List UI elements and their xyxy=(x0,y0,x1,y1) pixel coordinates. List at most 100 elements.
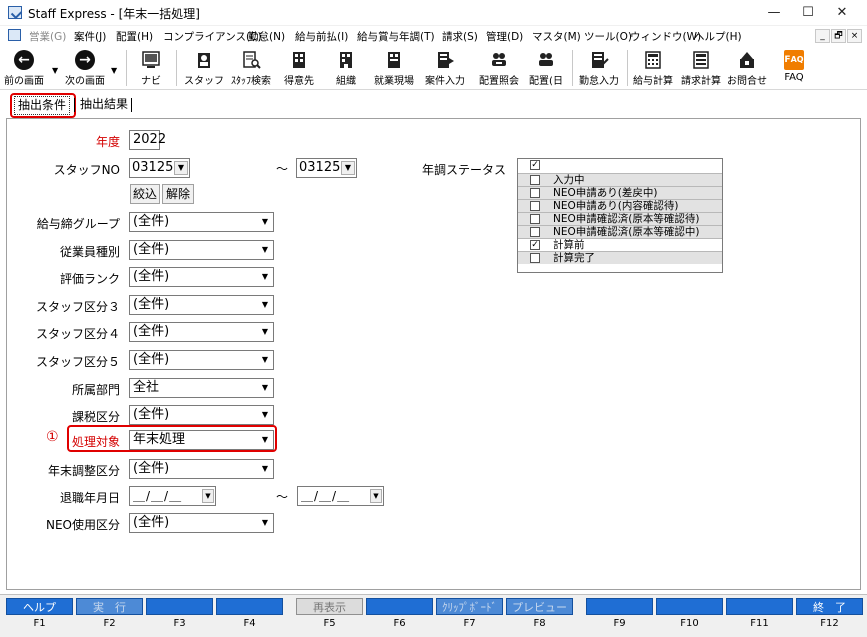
window-title: Staff Express - [年末一括処理] xyxy=(28,7,200,21)
nencho-kubun-select[interactable]: (全件) ▼ xyxy=(129,459,274,479)
menu-kanri[interactable]: 管理(D) xyxy=(486,29,523,44)
checkbox-checked-icon[interactable]: ✓ xyxy=(530,240,540,250)
checkbox-icon[interactable] xyxy=(530,214,540,224)
assignment-daily-button[interactable]: 配置(日 xyxy=(526,48,566,88)
staff-button[interactable]: スタッフ xyxy=(184,48,224,88)
toolbar-separator xyxy=(572,50,573,86)
kyuyo-group-select[interactable]: (全件) ▼ xyxy=(129,212,274,232)
checkbox-icon[interactable] xyxy=(530,188,540,198)
menu-anken[interactable]: 案件(J) xyxy=(74,29,106,44)
status-item-neo-confirmed-waiting[interactable]: NEO申請確認済(原本等確認待) xyxy=(518,213,722,225)
status-item-input[interactable]: 入力中 xyxy=(518,174,722,186)
status-item-neo-confirmed-checking[interactable]: NEO申請確認済(原本等確認中) xyxy=(518,226,722,238)
checkbox-icon[interactable] xyxy=(530,175,540,185)
payroll-calc-button[interactable]: 給与計算 xyxy=(630,48,676,88)
client-label: 得意先 xyxy=(284,76,314,87)
menu-kyuyo-nencho[interactable]: 給与賞与年調(T) xyxy=(357,29,435,44)
forward-button[interactable]: → 次の画面 xyxy=(62,48,108,88)
inquiry-button[interactable]: お問合せ xyxy=(725,48,769,88)
tab-conditions[interactable]: 抽出条件 xyxy=(14,96,71,115)
staff-kubun4-value: (全件) xyxy=(133,324,170,339)
menu-kintai[interactable]: 勤怠(N) xyxy=(248,29,285,44)
attendance-entry-label: 勤怠入力 xyxy=(579,76,619,87)
fkey-clipboard-button[interactable]: ｸﾘｯﾌﾟﾎﾞｰﾄﾞ xyxy=(436,598,503,615)
checkbox-icon[interactable] xyxy=(530,201,540,211)
organization-button[interactable]: 組織 xyxy=(326,48,366,88)
menu-haichi[interactable]: 配置(H) xyxy=(116,29,153,44)
back-dropdown-icon[interactable]: ▼ xyxy=(52,66,58,75)
menu-eigyo[interactable]: 営業(G) xyxy=(29,29,66,44)
menu-compliance[interactable]: コンプライアンス(C) xyxy=(163,29,262,44)
mdi-document-icon[interactable] xyxy=(8,29,21,41)
staff-kubun3-select[interactable]: (全件) ▼ xyxy=(129,295,274,315)
forward-dropdown-icon[interactable]: ▼ xyxy=(111,66,117,75)
fkey-number: F11 xyxy=(750,618,769,629)
job-entry-button[interactable]: 案件入力 xyxy=(422,48,468,88)
fkey-preview-button[interactable]: プレビュー xyxy=(506,598,573,615)
fkey-help-button[interactable]: ヘルプ xyxy=(6,598,73,615)
inquiry-label: お問合せ xyxy=(727,76,767,87)
rank-select[interactable]: (全件) ▼ xyxy=(129,267,274,287)
fkey-refresh-button[interactable]: 再表示 xyxy=(296,598,363,615)
faq-button[interactable]: FAQ FAQ xyxy=(776,48,812,88)
target-select[interactable]: 年末処理 ▼ xyxy=(129,430,274,450)
menu-kyuyo-maebarai[interactable]: 給与前払(I) xyxy=(295,29,348,44)
employee-type-select[interactable]: (全件) ▼ xyxy=(129,240,274,260)
status-item-neo-returned[interactable]: NEO申請あり(差戻中) xyxy=(518,187,722,199)
tab-results[interactable]: 抽出結果 xyxy=(77,96,131,115)
fkey-number: F7 xyxy=(463,618,476,629)
staff-kubun4-select[interactable]: (全件) ▼ xyxy=(129,322,274,342)
checkbox-checked-icon[interactable]: ✓ xyxy=(530,160,540,170)
maximize-button[interactable]: ☐ xyxy=(791,0,825,26)
fkey-f10-button[interactable] xyxy=(656,598,723,615)
department-select[interactable]: 全社 ▼ xyxy=(129,378,274,398)
checkbox-icon[interactable] xyxy=(530,227,540,237)
navi-button[interactable]: ナビ xyxy=(132,48,170,88)
status-item-before-calc[interactable]: ✓ 計算前 xyxy=(518,239,722,251)
fkey-f3-button[interactable] xyxy=(146,598,213,615)
retire-date-tilde: ～ xyxy=(276,490,289,504)
close-button[interactable]: ✕ xyxy=(825,0,859,26)
menu-master[interactable]: マスタ(M) xyxy=(532,29,581,44)
staff-no-to-select[interactable]: 031258 ▼ xyxy=(296,158,357,178)
fkey-f9-button[interactable] xyxy=(586,598,653,615)
staff-search-button[interactable]: ｽﾀｯﾌ検索 xyxy=(228,48,274,88)
nendo-input[interactable]: 2022 xyxy=(129,130,166,150)
staff-no-from-select[interactable]: 031258 ▼ xyxy=(129,158,190,178)
client-button[interactable]: 得意先 xyxy=(278,48,320,88)
menu-help[interactable]: ヘルプ(H) xyxy=(694,29,742,44)
mdi-restore-button[interactable]: 🗗 xyxy=(831,29,846,43)
fkey-f11-button[interactable] xyxy=(726,598,793,615)
back-button[interactable]: ← 前の画面 xyxy=(2,48,46,88)
menu-tools[interactable]: ツール(O) xyxy=(584,29,632,44)
assignment-inquiry-button[interactable]: 配置照会 xyxy=(474,48,524,88)
mdi-close-button[interactable]: × xyxy=(847,29,862,43)
fkey-f4-button[interactable] xyxy=(216,598,283,615)
attendance-entry-button[interactable]: 勤怠入力 xyxy=(576,48,622,88)
fkey-exit-button[interactable]: 終 了 xyxy=(796,598,863,615)
clear-button[interactable]: 解除 xyxy=(162,184,194,204)
status-item-neo-pending[interactable]: NEO申請あり(内容確認待) xyxy=(518,200,722,212)
minimize-button[interactable]: — xyxy=(757,0,791,26)
worksite-button[interactable]: 就業現場 xyxy=(370,48,418,88)
narrow-button[interactable]: 絞込 xyxy=(130,184,160,204)
nencho-kubun-label: 年末調整区分 xyxy=(47,464,120,478)
checkbox-icon[interactable] xyxy=(530,253,540,263)
staff-no-tilde: ～ xyxy=(276,162,289,176)
retire-date-from-picker[interactable]: ＿/＿/＿ ▼ xyxy=(129,486,216,506)
neo-use-select[interactable]: (全件) ▼ xyxy=(129,513,274,533)
organization-icon xyxy=(340,52,352,68)
billing-calc-button[interactable]: 請求計算 xyxy=(678,48,724,88)
menu-seikyu[interactable]: 請求(S) xyxy=(442,29,478,44)
status-item-calc-done[interactable]: 計算完了 xyxy=(518,252,722,264)
mdi-minimize-button[interactable]: _ xyxy=(815,29,830,43)
fkey-f6-button[interactable] xyxy=(366,598,433,615)
nencho-kubun-value: (全件) xyxy=(133,461,170,476)
menu-window[interactable]: ウィンドウ(W) xyxy=(630,29,701,44)
tax-kubun-select[interactable]: (全件) ▼ xyxy=(129,405,274,425)
retire-date-to-picker[interactable]: ＿/＿/＿ ▼ xyxy=(297,486,384,506)
fkey-execute-button[interactable]: 実 行 xyxy=(76,598,143,615)
fkey-number: F4 xyxy=(243,618,256,629)
staff-kubun5-select[interactable]: (全件) ▼ xyxy=(129,350,274,370)
status-item-blank[interactable]: ✓ xyxy=(518,159,722,173)
